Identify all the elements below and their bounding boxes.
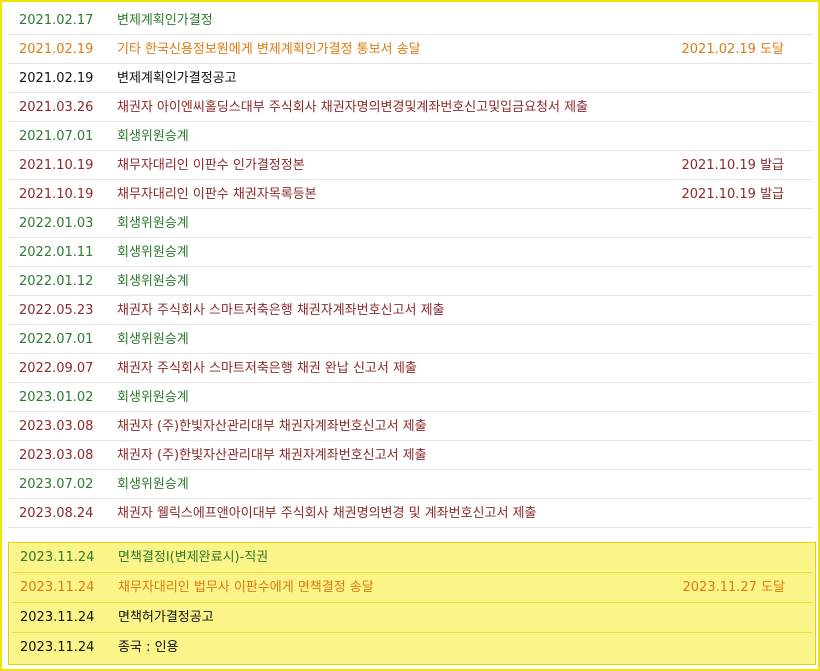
history-row: 2022.01.03 회생위원승계	[8, 209, 813, 238]
row-description: 채권자 (주)한빛자산관리대부 채권자계좌번호신고서 제출	[117, 448, 427, 463]
history-row: 2023.01.02 회생위원승계	[8, 383, 813, 412]
row-date: 2023.07.02	[19, 477, 94, 492]
history-row: 2022.07.01 회생위원승계	[8, 325, 813, 354]
highlighted-section: 2023.11.24 면책결정I(변제완료시)-직권 2023.11.24 채무자대리…	[8, 542, 816, 665]
history-list: 2021.02.17 변제계획인가결정 2021.02.19 기타 한국신용정보원에게…	[8, 6, 813, 528]
history-row: 2023.11.24 면책결정I(변제완료시)-직권	[12, 543, 812, 573]
row-description: 채무자대리인 이판수 채권자목록등본	[117, 187, 317, 202]
history-row: 2022.01.11 회생위원승계	[8, 238, 813, 267]
history-row: 2021.10.19 채무자대리인 이판수 인가결정정본 2021.10.19 발급	[8, 151, 813, 180]
row-date: 2021.02.17	[19, 13, 94, 28]
row-description: 회생위원승계	[117, 390, 189, 405]
history-row: 2021.02.17 변제계획인가결정	[8, 6, 813, 35]
history-row: 2021.10.19 채무자대리인 이판수 채권자목록등본 2021.10.19 발…	[8, 180, 813, 209]
row-description: 채권자 (주)한빛자산관리대부 채권자계좌번호신고서 제출	[117, 419, 427, 434]
row-date: 2023.03.08	[19, 419, 94, 434]
row-description: 변제계획인가결정공고	[117, 71, 237, 86]
row-description: 회생위원승계	[117, 274, 189, 289]
history-row: 2023.11.24 면책허가결정공고	[12, 603, 812, 633]
row-description: 채권자 주식회사 스마트저축은행 채권자계좌번호신고서 제출	[117, 303, 445, 318]
row-description: 회생위원승계	[117, 129, 189, 144]
row-date: 2023.11.24	[20, 550, 95, 565]
history-row: 2021.02.19 변제계획인가결정공고	[8, 64, 813, 93]
row-result: 2021.10.19 발급	[681, 187, 785, 202]
history-row: 2023.08.24 채권자 웰릭스에프앤아이대부 주식회사 채권명의변경 및 계…	[8, 499, 813, 528]
case-history-panel: 2021.02.17 변제계획인가결정 2021.02.19 기타 한국신용정보원에게…	[0, 0, 820, 671]
row-description: 기타 한국신용정보원에게 변제계획인가결정 통보서 송달	[117, 42, 421, 57]
row-date: 2022.01.12	[19, 274, 94, 289]
row-date: 2023.01.02	[19, 390, 94, 405]
history-row: 2023.03.08 채권자 (주)한빛자산관리대부 채권자계좌번호신고서 제출	[8, 412, 813, 441]
row-date: 2022.07.01	[19, 332, 94, 347]
row-result: 2023.11.27 도달	[682, 580, 786, 595]
history-row: 2022.01.12 회생위원승계	[8, 267, 813, 296]
row-date: 2021.10.19	[19, 187, 94, 202]
row-description: 채무자대리인 이판수 인가결정정본	[117, 158, 305, 173]
row-result: 2021.02.19 도달	[681, 42, 785, 57]
history-row: 2023.11.24 종국 : 인용	[12, 633, 812, 663]
row-date: 2021.02.19	[19, 71, 94, 86]
row-date: 2022.05.23	[19, 303, 94, 318]
row-description: 면책결정I(변제완료시)-직권	[118, 550, 269, 565]
row-date: 2023.11.24	[20, 610, 95, 625]
history-row: 2022.09.07 채권자 주식회사 스마트저축은행 채권 완납 신고서 제출	[8, 354, 813, 383]
row-date: 2023.03.08	[19, 448, 94, 463]
row-date: 2022.09.07	[19, 361, 94, 376]
history-row: 2021.02.19 기타 한국신용정보원에게 변제계획인가결정 통보서 송달 20…	[8, 35, 813, 64]
row-date: 2023.11.24	[20, 640, 95, 655]
history-row: 2021.03.26 채권자 아이엔씨홀딩스대부 주식회사 채권자명의변경및계좌번…	[8, 93, 813, 122]
history-row: 2023.07.02 회생위원승계	[8, 470, 813, 499]
row-date: 2021.10.19	[19, 158, 94, 173]
history-row: 2021.07.01 회생위원승계	[8, 122, 813, 151]
history-row: 2023.11.24 채무자대리인 법무사 이판수에게 면책결정 송달 2023.1…	[12, 573, 812, 603]
row-description: 채무자대리인 법무사 이판수에게 면책결정 송달	[118, 580, 374, 595]
row-description: 채권자 웰릭스에프앤아이대부 주식회사 채권명의변경 및 계좌번호신고서 제출	[117, 506, 537, 521]
row-description: 면책허가결정공고	[118, 610, 214, 625]
row-description: 회생위원승계	[117, 332, 189, 347]
row-description: 회생위원승계	[117, 216, 189, 231]
row-date: 2021.07.01	[19, 129, 94, 144]
row-date: 2023.08.24	[19, 506, 94, 521]
row-date: 2022.01.11	[19, 245, 94, 260]
history-row: 2023.03.08 채권자 (주)한빛자산관리대부 채권자계좌번호신고서 제출	[8, 441, 813, 470]
row-date: 2022.01.03	[19, 216, 94, 231]
history-row: 2022.05.23 채권자 주식회사 스마트저축은행 채권자계좌번호신고서 제출	[8, 296, 813, 325]
row-description: 회생위원승계	[117, 245, 189, 260]
row-date: 2021.02.19	[19, 42, 94, 57]
row-description: 채권자 아이엔씨홀딩스대부 주식회사 채권자명의변경및계좌번호신고및입금요청서 …	[117, 100, 589, 115]
row-date: 2023.11.24	[20, 580, 95, 595]
row-description: 종국 : 인용	[118, 640, 179, 655]
row-description: 변제계획인가결정	[117, 13, 213, 28]
row-date: 2021.03.26	[19, 100, 94, 115]
row-description: 회생위원승계	[117, 477, 189, 492]
row-description: 채권자 주식회사 스마트저축은행 채권 완납 신고서 제출	[117, 361, 417, 376]
row-result: 2021.10.19 발급	[681, 158, 785, 173]
